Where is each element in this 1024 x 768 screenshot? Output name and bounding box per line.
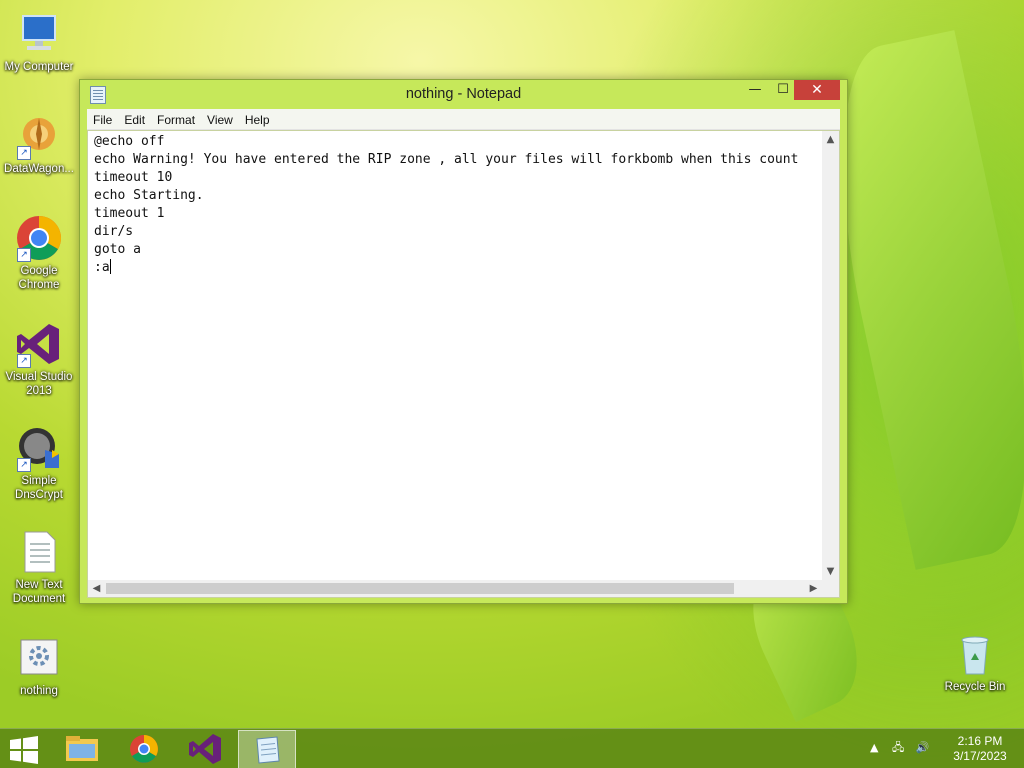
desktop-icon-label: Simple DnsCrypt xyxy=(15,475,63,501)
desktop-icon-label: Visual Studio 2013 xyxy=(5,371,73,397)
notepad-icon xyxy=(256,736,280,764)
network-icon[interactable]: 🖧 xyxy=(892,741,904,754)
desktop-icon-new-text-document[interactable]: New Text Document xyxy=(0,528,78,606)
desktop-icon-datawagon[interactable]: ↗ DataWagon... xyxy=(0,112,78,176)
desktop-icon-label: nothing xyxy=(20,685,58,697)
volume-icon[interactable]: 🔊 xyxy=(916,741,930,754)
text-line: :a xyxy=(94,260,110,275)
scroll-right-arrow[interactable]: ▶ xyxy=(805,580,822,597)
start-icon xyxy=(10,736,38,764)
desktop-icon-label: New Text Document xyxy=(12,579,66,605)
system-tray: ▲ 🖧 🔊 xyxy=(870,739,929,758)
desktop-icon-label: DataWagon... xyxy=(4,163,74,175)
menu-bar: File Edit Format View Help xyxy=(87,109,840,130)
menu-help[interactable]: Help xyxy=(239,110,276,130)
scroll-left-arrow[interactable]: ◀ xyxy=(88,580,105,597)
visual-studio-icon xyxy=(189,734,221,764)
window-title: nothing - Notepad xyxy=(405,86,522,102)
taskbar-notepad[interactable] xyxy=(238,730,296,768)
notepad-window[interactable]: nothing - Notepad — ☐ ✕ File Edit Format Vi… xyxy=(79,79,848,604)
menu-file[interactable]: File xyxy=(87,110,118,130)
desktop-icon-label: Google Chrome xyxy=(18,265,60,291)
horizontal-scrollbar[interactable]: ◀ ▶ xyxy=(88,580,822,597)
desktop-icon-recycle-bin[interactable]: Recycle Bin xyxy=(936,630,1014,694)
title-bar[interactable]: nothing - Notepad — ☐ ✕ xyxy=(80,80,847,108)
desktop-icon-my-computer[interactable]: My Computer xyxy=(0,10,78,74)
text-line: timeout 1 xyxy=(94,206,165,221)
scrollbar-corner xyxy=(822,580,839,597)
chrome-icon: ↗ xyxy=(15,214,63,262)
taskbar-file-explorer[interactable] xyxy=(54,730,110,767)
scroll-down-arrow[interactable]: ▼ xyxy=(822,563,839,580)
text-line: @echo off xyxy=(94,134,165,149)
minimize-button[interactable]: — xyxy=(740,80,770,100)
clock[interactable]: 2:16 PM 3/17/2023 xyxy=(940,734,1020,764)
text-document-icon xyxy=(15,528,63,576)
batch-file-icon xyxy=(15,634,63,682)
menu-edit[interactable]: Edit xyxy=(118,110,151,130)
desktop-icon-nothing[interactable]: nothing xyxy=(0,634,78,698)
text-caret xyxy=(109,259,111,274)
desktop-icon-label: My Computer xyxy=(4,61,74,73)
file-explorer-icon xyxy=(66,736,98,761)
text-content[interactable]: @echo off echo Warning! You have entered … xyxy=(94,133,821,579)
desktop-icon-label: Recycle Bin xyxy=(944,681,1006,693)
menu-view[interactable]: View xyxy=(201,110,239,130)
taskbar-visual-studio[interactable] xyxy=(177,730,233,767)
taskbar: ▲ 🖧 🔊 2:16 PM 3/17/2023 xyxy=(0,728,1024,768)
recycle-bin-icon xyxy=(951,630,999,678)
dnscrypt-icon: ↗ xyxy=(15,424,63,472)
vertical-scrollbar[interactable]: ▲ ▼ xyxy=(822,131,839,580)
visual-studio-icon: ↗ xyxy=(15,320,63,368)
desktop-icon-simple-dnscrypt[interactable]: ↗ Simple DnsCrypt xyxy=(0,424,78,502)
start-button[interactable] xyxy=(8,736,40,764)
text-line: echo Starting. xyxy=(94,188,204,203)
scroll-up-arrow[interactable]: ▲ xyxy=(822,131,839,148)
taskbar-chrome[interactable] xyxy=(116,730,172,767)
show-hidden-icons-icon[interactable]: ▲ xyxy=(870,741,878,754)
menu-format[interactable]: Format xyxy=(151,110,201,130)
text-editor[interactable]: @echo off echo Warning! You have entered … xyxy=(87,130,840,598)
datawagon-icon: ↗ xyxy=(15,112,63,160)
clock-time: 2:16 PM xyxy=(957,734,1003,748)
text-line: echo Warning! You have entered the RIP z… xyxy=(94,152,799,167)
horizontal-scroll-thumb[interactable] xyxy=(106,583,734,594)
text-line: timeout 10 xyxy=(94,170,173,185)
close-button[interactable]: ✕ xyxy=(794,80,840,100)
computer-icon xyxy=(15,10,63,58)
text-line: goto a xyxy=(94,242,141,257)
clock-date: 3/17/2023 xyxy=(953,749,1007,763)
chrome-icon xyxy=(130,735,158,763)
desktop-icon-visual-studio[interactable]: ↗ Visual Studio 2013 xyxy=(0,320,78,398)
text-line: dir/s xyxy=(94,224,134,239)
desktop-icon-google-chrome[interactable]: ↗ Google Chrome xyxy=(0,214,78,292)
